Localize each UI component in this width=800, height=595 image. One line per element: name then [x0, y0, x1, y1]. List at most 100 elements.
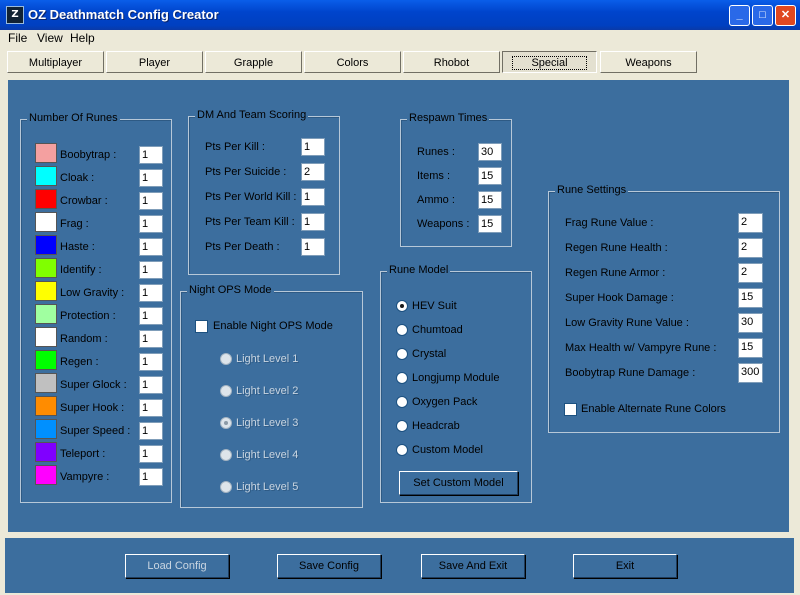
- rune-setting-label: Regen Rune Armor :: [565, 267, 666, 279]
- rune-model-radio[interactable]: [396, 300, 408, 312]
- rune-color-swatch: [35, 212, 57, 232]
- alt-rune-colors-label: Enable Alternate Rune Colors: [581, 403, 726, 415]
- light-level-radio[interactable]: [220, 353, 232, 365]
- rune-model-radio[interactable]: [396, 420, 408, 432]
- rune-setting-label: Max Health w/ Vampyre Rune :: [565, 342, 717, 354]
- set-custom-model-button[interactable]: Set Custom Model: [399, 471, 518, 495]
- scoring-field[interactable]: 1: [301, 138, 325, 156]
- rune-count-field[interactable]: 1: [139, 445, 163, 463]
- scoring-field[interactable]: 1: [301, 213, 325, 231]
- respawn-field[interactable]: 15: [478, 191, 502, 209]
- rune-label: Super Speed :: [60, 425, 131, 437]
- light-level-radio[interactable]: [220, 449, 232, 461]
- rune-setting-field[interactable]: 15: [738, 288, 763, 308]
- exit-button[interactable]: Exit: [573, 554, 677, 578]
- rune-count-field[interactable]: 1: [139, 399, 163, 417]
- load-config-button[interactable]: Load Config: [125, 554, 229, 578]
- rune-count-field[interactable]: 1: [139, 215, 163, 233]
- rune-label: Super Hook :: [60, 402, 125, 414]
- light-level-radio[interactable]: [220, 385, 232, 397]
- rune-model-radio[interactable]: [396, 348, 408, 360]
- close-button[interactable]: ✕: [775, 5, 796, 26]
- rune-setting-field[interactable]: 15: [738, 338, 763, 358]
- scoring-field[interactable]: 1: [301, 188, 325, 206]
- respawn-field[interactable]: 15: [478, 215, 502, 233]
- rune-settings-group-title: Rune Settings: [555, 184, 629, 196]
- save-config-button[interactable]: Save Config: [277, 554, 381, 578]
- rune-label: Teleport :: [60, 448, 106, 460]
- tab-weapons[interactable]: Weapons: [600, 51, 697, 73]
- light-level-label: Light Level 2: [236, 385, 299, 397]
- maximize-button[interactable]: □: [752, 5, 773, 26]
- rune-setting-field[interactable]: 300: [738, 363, 763, 383]
- rune-setting-field[interactable]: 2: [738, 238, 763, 258]
- rune-model-radio[interactable]: [396, 372, 408, 384]
- rune-model-label: Longjump Module: [412, 372, 500, 384]
- rune-label: Cloak :: [60, 172, 95, 184]
- app-icon: Z: [6, 6, 24, 24]
- light-level-radio[interactable]: [220, 417, 232, 429]
- night-ops-checkbox[interactable]: [195, 320, 208, 333]
- rune-setting-field[interactable]: 2: [738, 263, 763, 283]
- rune-count-field[interactable]: 1: [139, 284, 163, 302]
- menu-view[interactable]: View: [37, 31, 63, 45]
- rune-setting-label: Low Gravity Rune Value :: [565, 317, 689, 329]
- rune-count-field[interactable]: 1: [139, 238, 163, 256]
- rune-label: Regen :: [60, 356, 99, 368]
- rune-model-label: Oxygen Pack: [412, 396, 478, 408]
- rune-count-field[interactable]: 1: [139, 422, 163, 440]
- rune-model-radio[interactable]: [396, 324, 408, 336]
- runes-group-title: Number Of Runes: [27, 112, 120, 124]
- tab-rhobot[interactable]: Rhobot: [403, 51, 500, 73]
- respawn-group-title: Respawn Times: [407, 112, 490, 124]
- rune-setting-field[interactable]: 30: [738, 313, 763, 333]
- tab-player[interactable]: Player: [106, 51, 203, 73]
- rune-label: Vampyre :: [60, 471, 110, 483]
- alt-rune-colors-checkbox[interactable]: [564, 403, 577, 416]
- rune-setting-field[interactable]: 2: [738, 213, 763, 233]
- rune-count-field[interactable]: 1: [139, 169, 163, 187]
- rune-model-radio[interactable]: [396, 444, 408, 456]
- rune-count-field[interactable]: 1: [139, 376, 163, 394]
- rune-model-label: Headcrab: [412, 420, 460, 432]
- rune-setting-label: Super Hook Damage :: [565, 292, 674, 304]
- tab-colors[interactable]: Colors: [304, 51, 401, 73]
- tab-multiplayer[interactable]: Multiplayer: [7, 51, 104, 73]
- rune-count-field[interactable]: 1: [139, 261, 163, 279]
- rune-count-field[interactable]: 1: [139, 307, 163, 325]
- rune-count-field[interactable]: 1: [139, 468, 163, 486]
- scoring-field[interactable]: 2: [301, 163, 325, 181]
- tab-grapple[interactable]: Grapple: [205, 51, 302, 73]
- minimize-button[interactable]: _: [729, 5, 750, 26]
- rune-count-field[interactable]: 1: [139, 330, 163, 348]
- menu-help[interactable]: Help: [70, 31, 95, 45]
- rune-count-field[interactable]: 1: [139, 353, 163, 371]
- rune-label: Boobytrap :: [60, 149, 117, 161]
- rune-color-swatch: [35, 235, 57, 255]
- rune-count-field[interactable]: 1: [139, 192, 163, 210]
- scoring-field[interactable]: 1: [301, 238, 325, 256]
- tab-special[interactable]: Special: [502, 51, 597, 73]
- light-level-label: Light Level 5: [236, 481, 299, 493]
- light-level-radio[interactable]: [220, 481, 232, 493]
- save-and-exit-button[interactable]: Save And Exit: [421, 554, 525, 578]
- rune-count-field[interactable]: 1: [139, 146, 163, 164]
- rune-model-radio[interactable]: [396, 396, 408, 408]
- rune-label: Super Glock :: [60, 379, 127, 391]
- rune-model-group-title: Rune Model: [387, 264, 451, 276]
- rune-color-swatch: [35, 304, 57, 324]
- respawn-field[interactable]: 15: [478, 167, 502, 185]
- respawn-label: Ammo :: [417, 194, 455, 206]
- rune-color-swatch: [35, 143, 57, 163]
- scoring-label: Pts Per World Kill :: [205, 191, 297, 203]
- rune-color-swatch: [35, 396, 57, 416]
- menu-file[interactable]: File: [8, 31, 27, 45]
- scoring-label: Pts Per Death :: [205, 241, 280, 253]
- rune-setting-label: Regen Rune Health :: [565, 242, 668, 254]
- scoring-label: Pts Per Suicide :: [205, 166, 287, 178]
- rune-label: Protection :: [60, 310, 116, 322]
- rune-model-label: HEV Suit: [412, 300, 457, 312]
- rune-label: Haste :: [60, 241, 95, 253]
- respawn-field[interactable]: 30: [478, 143, 502, 161]
- rune-color-swatch: [35, 189, 57, 209]
